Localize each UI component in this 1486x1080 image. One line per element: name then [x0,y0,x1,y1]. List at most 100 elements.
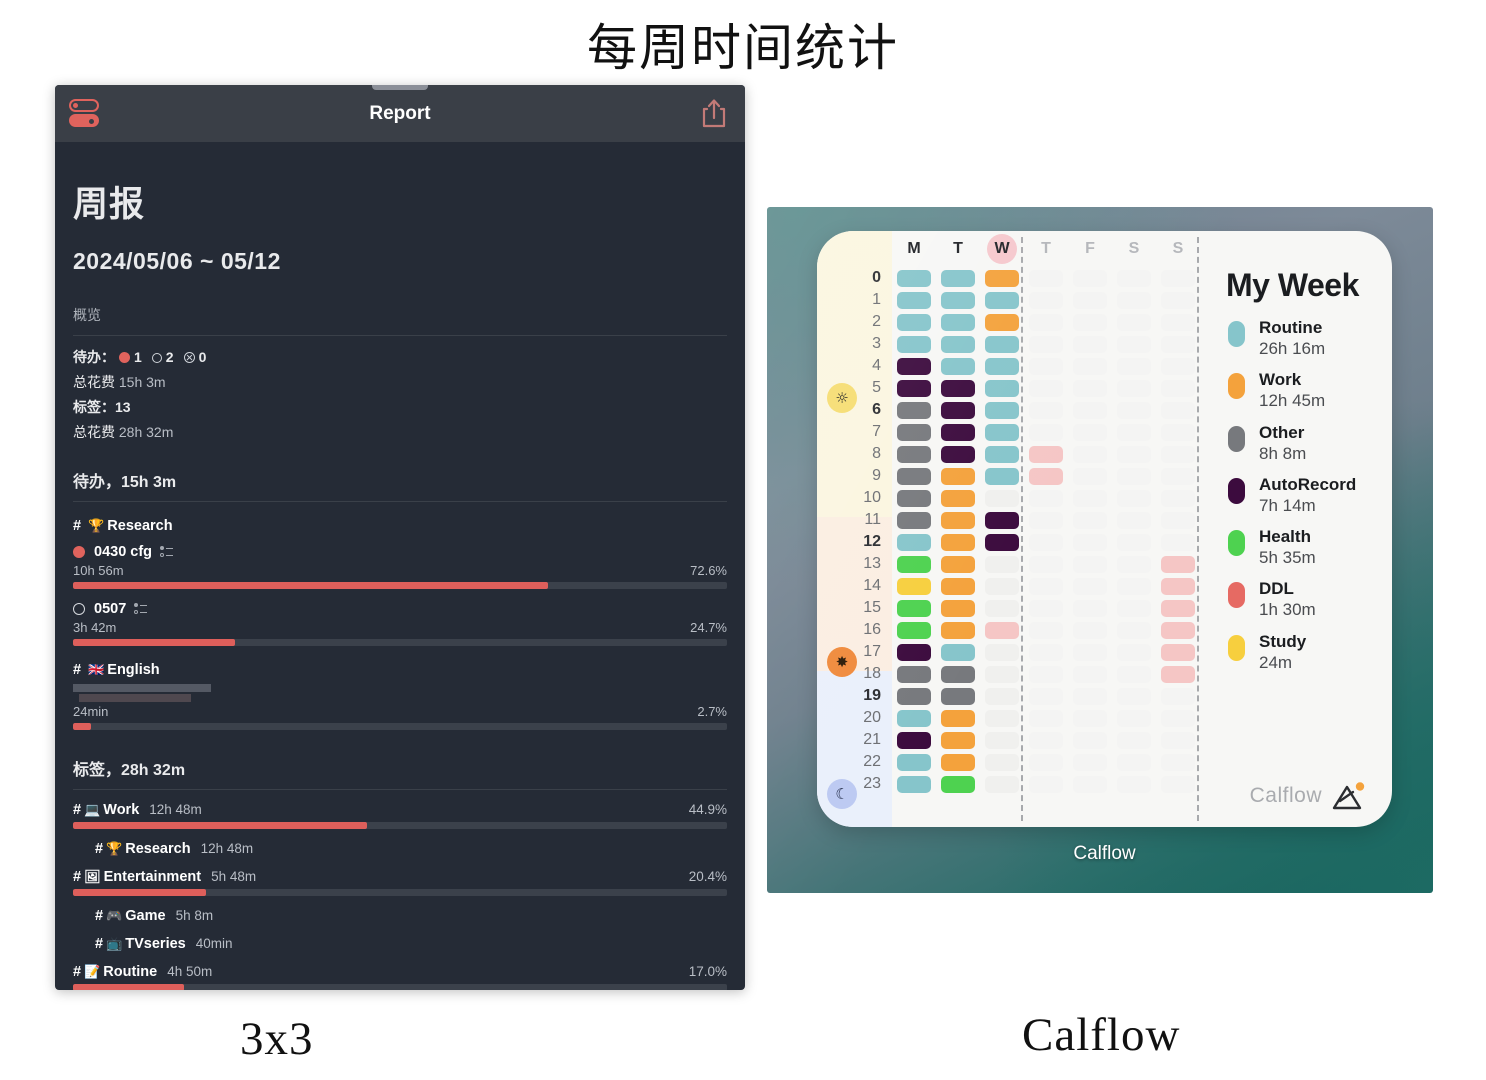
heatmap-cell[interactable] [1117,533,1151,551]
heatmap-cell[interactable] [1029,533,1063,551]
heatmap-cell[interactable] [985,379,1019,397]
heatmap-cell[interactable] [1073,753,1107,771]
heatmap-cell[interactable] [1161,643,1195,661]
heatmap-cell[interactable] [1029,467,1063,485]
heatmap-cell[interactable] [941,291,975,309]
heatmap-cell[interactable] [1117,687,1151,705]
heatmap-cell[interactable] [1029,753,1063,771]
heatmap-cell[interactable] [941,335,975,353]
heatmap-cell[interactable] [897,533,931,551]
heatmap-cell[interactable] [941,775,975,793]
heatmap-cell[interactable] [941,357,975,375]
task-status-icon[interactable] [73,603,85,615]
heatmap-cell[interactable] [1073,269,1107,287]
heatmap-cell[interactable] [941,489,975,507]
heatmap-cell[interactable] [1029,291,1063,309]
todo-group-tag[interactable]: # 🇬🇧 English [73,662,727,678]
heatmap-cell[interactable] [1161,687,1195,705]
heatmap-cell[interactable] [1073,401,1107,419]
heatmap-cell[interactable] [941,511,975,529]
heatmap-cell[interactable] [897,709,931,727]
heatmap-cell[interactable] [1073,467,1107,485]
heatmap-cell[interactable] [941,269,975,287]
heatmap-cell[interactable] [941,555,975,573]
heatmap-cell[interactable] [1117,379,1151,397]
heatmap-cell[interactable] [1117,313,1151,331]
tag-row[interactable]: # 🏆 Research 12h 48m [73,841,727,857]
heatmap-cell[interactable] [985,577,1019,595]
heatmap-cell[interactable] [897,357,931,375]
heatmap-cell[interactable] [897,313,931,331]
heatmap-cell[interactable] [1117,445,1151,463]
heatmap-cell[interactable] [1161,467,1195,485]
heatmap-cell[interactable] [1117,753,1151,771]
heatmap-cell[interactable] [941,709,975,727]
heatmap-cell[interactable] [1117,643,1151,661]
heatmap-cell[interactable] [1117,621,1151,639]
heatmap-cell[interactable] [985,533,1019,551]
heatmap-cell[interactable] [985,445,1019,463]
heatmap-cell[interactable] [1073,577,1107,595]
heatmap-cell[interactable] [941,665,975,683]
heatmap-cell[interactable] [1029,379,1063,397]
task-status-icon[interactable] [73,546,85,558]
heatmap-cell[interactable] [985,335,1019,353]
heatmap-cell[interactable] [897,467,931,485]
heatmap-cell[interactable] [1029,731,1063,749]
heatmap-cell[interactable] [1161,313,1195,331]
heatmap-cell[interactable] [985,555,1019,573]
heatmap-cell[interactable] [1029,599,1063,617]
day-header-5[interactable]: S [1117,240,1151,258]
heatmap-cell[interactable] [985,687,1019,705]
heatmap-cell[interactable] [1073,709,1107,727]
share-icon[interactable] [699,97,729,129]
heatmap-cell[interactable] [1029,269,1063,287]
heatmap-cell[interactable] [1073,687,1107,705]
heatmap-cell[interactable] [1073,643,1107,661]
heatmap-cell[interactable] [1117,731,1151,749]
heatmap-cell[interactable] [897,753,931,771]
heatmap-cell[interactable] [1073,599,1107,617]
heatmap-cell[interactable] [1161,533,1195,551]
heatmap-cell[interactable] [1161,269,1195,287]
heatmap-cell[interactable] [1073,291,1107,309]
heatmap-cell[interactable] [897,555,931,573]
day-header-0[interactable]: M [897,240,931,258]
todo-task-row[interactable]: 0507 [73,601,727,617]
todo-task-row[interactable]: 0430 cfg [73,544,727,560]
heatmap-cell[interactable] [897,379,931,397]
heatmap-cell[interactable] [1117,467,1151,485]
heatmap-cell[interactable] [1117,335,1151,353]
heatmap-cell[interactable] [941,577,975,595]
heatmap-cell[interactable] [941,599,975,617]
heatmap-cell[interactable] [897,643,931,661]
heatmap-cell[interactable] [985,489,1019,507]
heatmap-cell[interactable] [897,445,931,463]
heatmap-cell[interactable] [1073,555,1107,573]
toggles-icon[interactable] [69,97,103,131]
heatmap-cell[interactable] [1073,775,1107,793]
day-header-3[interactable]: T [1029,240,1063,258]
heatmap-cell[interactable] [1073,357,1107,375]
heatmap-cell[interactable] [1161,753,1195,771]
heatmap-cell[interactable] [897,665,931,683]
heatmap-cell[interactable] [897,731,931,749]
heatmap-cell[interactable] [1117,577,1151,595]
heatmap-cell[interactable] [1117,665,1151,683]
heatmap-cell[interactable] [897,599,931,617]
heatmap-cell[interactable] [1029,555,1063,573]
heatmap-cell[interactable] [1161,731,1195,749]
heatmap-cell[interactable] [985,621,1019,639]
tag-row[interactable]: # 🎮 Game 5h 8m [73,908,727,924]
heatmap-cell[interactable] [1161,709,1195,727]
heatmap-cell[interactable] [1117,775,1151,793]
heatmap-cell[interactable] [1029,775,1063,793]
calflow-widget[interactable]: ☼ ✸ ☾ 0 1 2 3 4 5 6 7 8 9 10 11 12 13 14 15 16 17 18 19 20 21 22… [817,231,1392,827]
heatmap-cell[interactable] [1073,511,1107,529]
tag-row[interactable]: # 🖼 Entertainment 5h 48m 20.4% [73,869,727,885]
heatmap-cell[interactable] [1161,423,1195,441]
heatmap-cell[interactable] [897,269,931,287]
heatmap-cell[interactable] [1029,445,1063,463]
heatmap-cell[interactable] [1073,313,1107,331]
heatmap-cell[interactable] [1073,379,1107,397]
